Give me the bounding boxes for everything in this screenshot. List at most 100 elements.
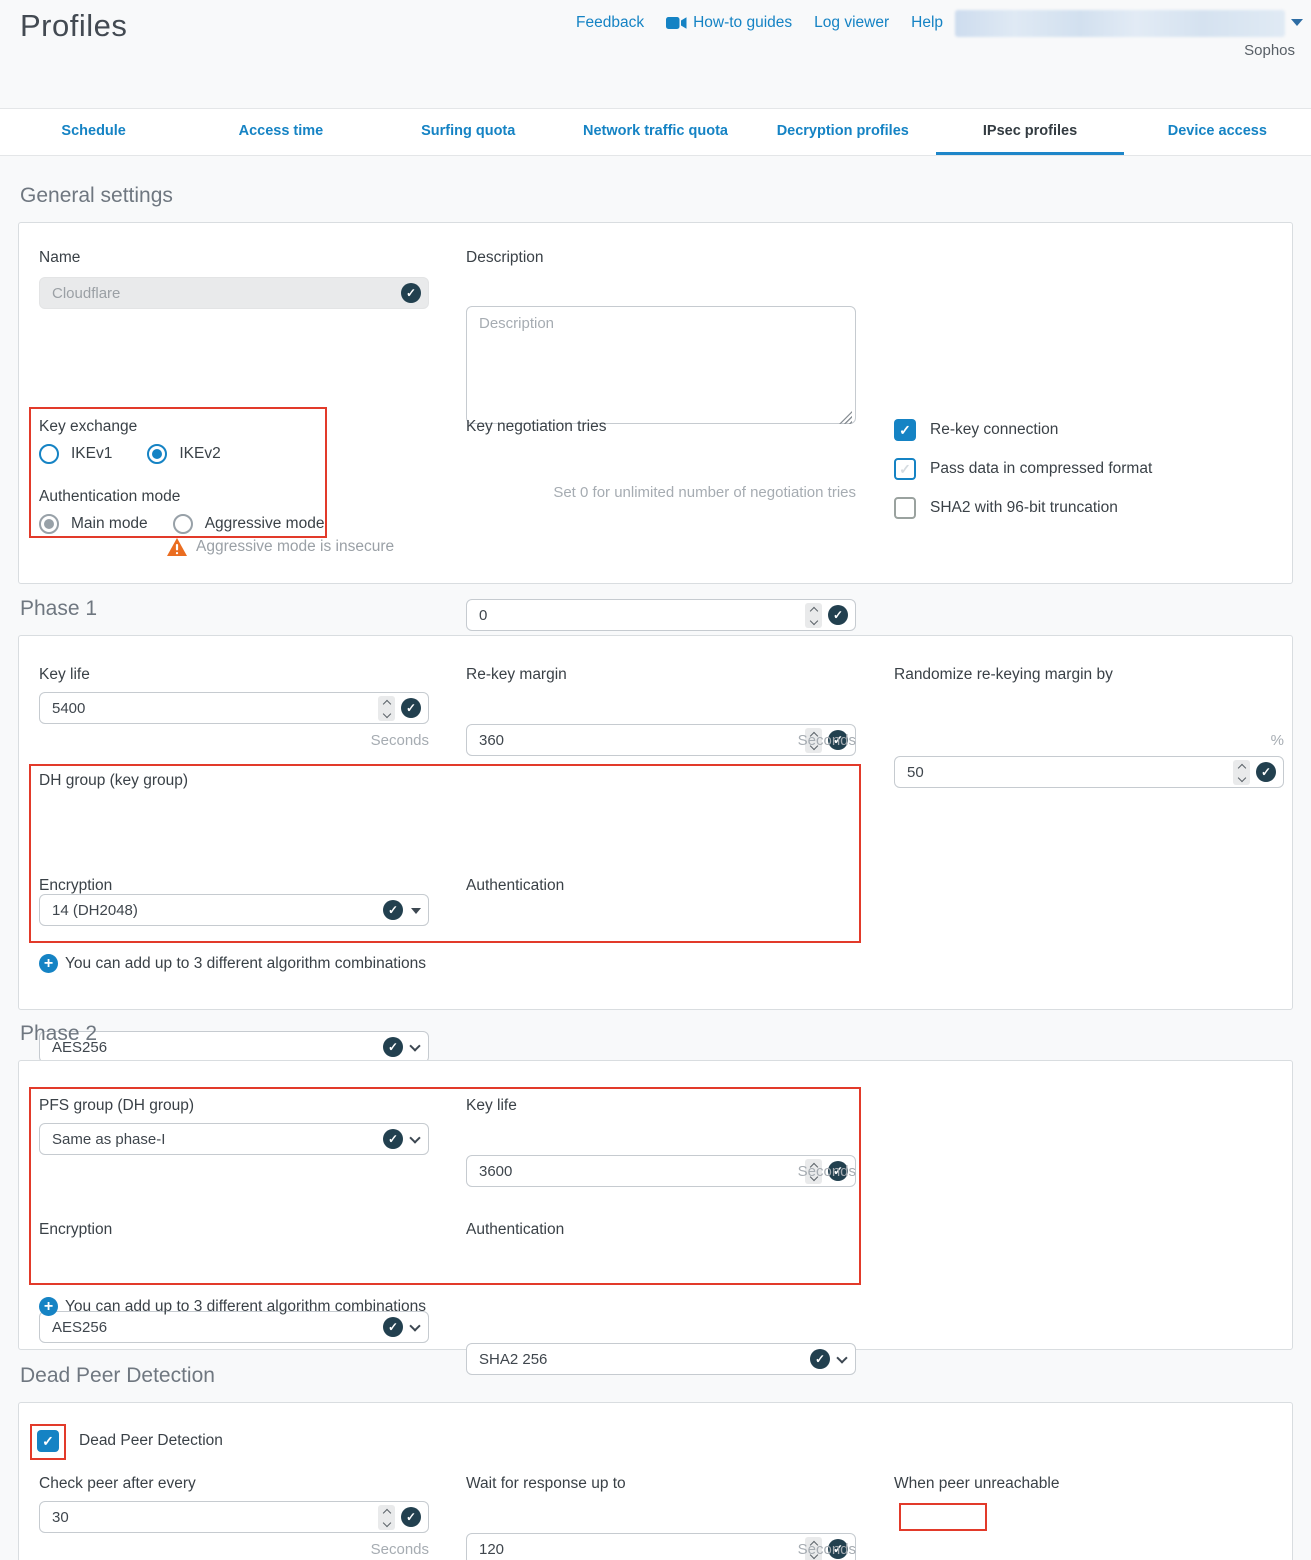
dh-group-select[interactable]: ✓ (39, 894, 429, 926)
general-settings-heading: General settings (20, 184, 173, 208)
dpd-panel: ✓ Dead Peer Detection Check peer after e… (18, 1402, 1293, 1560)
feedback-link[interactable]: Feedback (576, 14, 644, 32)
phase1-add-combination[interactable]: + You can add up to 3 different algorith… (39, 954, 426, 973)
pfs-group-select[interactable]: ✓ (39, 1123, 429, 1155)
description-label: Description (466, 249, 544, 267)
radio-ikev1-label: IKEv1 (71, 445, 112, 463)
key-negotiation-input[interactable] (466, 599, 856, 631)
radio-ikev2-label: IKEv2 (179, 445, 220, 463)
key-negotiation-label: Key negotiation tries (466, 418, 606, 436)
video-camera-icon (666, 16, 687, 30)
tab-schedule[interactable]: Schedule (0, 109, 187, 155)
brand-label: Sophos (1244, 42, 1295, 59)
caret-down-icon[interactable] (411, 908, 421, 914)
valid-check-icon: ✓ (383, 1129, 403, 1149)
valid-check-icon: ✓ (810, 1349, 830, 1369)
add-icon[interactable]: + (39, 1297, 58, 1316)
valid-check-icon: ✓ (828, 605, 848, 625)
phase1-add-note: You can add up to 3 different algorithm … (65, 955, 426, 973)
ipsec-profiles-page: Profiles Feedback How-to guides Log view… (0, 0, 1311, 1560)
tab-surfing-quota[interactable]: Surfing quota (375, 109, 562, 155)
phase1-key-life-unit: Seconds (39, 732, 429, 749)
valid-check-icon: ✓ (383, 1317, 403, 1337)
caret-down-icon[interactable] (1291, 19, 1303, 26)
radio-main-mode[interactable] (39, 514, 59, 534)
tab-device-access[interactable]: Device access (1124, 109, 1311, 155)
log-viewer-link[interactable]: Log viewer (814, 14, 889, 32)
tab-ipsec-profiles[interactable]: IPsec profiles (936, 109, 1123, 155)
number-stepper[interactable] (805, 603, 822, 628)
page-title: Profiles (20, 8, 127, 44)
radio-aggressive-mode-label: Aggressive mode (205, 515, 325, 533)
add-icon[interactable]: + (39, 954, 58, 973)
rekey-margin-label: Re-key margin (466, 666, 567, 684)
key-negotiation-helper: Set 0 for unlimited number of negotiatio… (466, 484, 856, 501)
phase1-encryption-label: Encryption (39, 877, 112, 895)
radio-main-mode-label: Main mode (71, 515, 148, 533)
number-stepper[interactable] (378, 1505, 395, 1530)
compressed-format-checkbox[interactable]: ✓ (894, 458, 916, 480)
valid-check-icon: ✓ (383, 1037, 403, 1057)
check-peer-input[interactable] (39, 1501, 429, 1533)
radio-ikev1[interactable] (39, 444, 59, 464)
phase1-key-life-label: Key life (39, 666, 90, 684)
check-peer-label: Check peer after every (39, 1475, 196, 1493)
radio-aggressive-mode[interactable] (173, 514, 193, 534)
wait-response-label: Wait for response up to (466, 1475, 626, 1493)
when-unreachable-label: When peer unreachable (894, 1475, 1059, 1493)
phase1-authentication-label: Authentication (466, 877, 564, 895)
number-stepper[interactable] (378, 696, 395, 721)
phase2-authentication-select[interactable]: ✓ (466, 1343, 856, 1375)
radio-ikev2[interactable] (147, 444, 167, 464)
randomize-label: Randomize re-keying margin by (894, 666, 1113, 684)
compressed-format-label: Pass data in compressed format (930, 460, 1152, 478)
reinitiate-annotation-box (899, 1503, 987, 1531)
aggressive-warning-text: Aggressive mode is insecure (196, 538, 394, 556)
phase2-key-life-label: Key life (466, 1097, 517, 1115)
rekey-connection-label: Re-key connection (930, 421, 1058, 439)
valid-check-icon: ✓ (401, 1507, 421, 1527)
dpd-heading: Dead Peer Detection (20, 1364, 215, 1388)
valid-check-icon: ✓ (383, 900, 403, 920)
rekey-connection-checkbox[interactable]: ✓ (894, 419, 916, 441)
name-label: Name (39, 249, 80, 267)
sha2-truncation-checkbox[interactable] (894, 497, 916, 519)
randomize-input[interactable] (894, 756, 1284, 788)
dpd-enable-label: Dead Peer Detection (79, 1432, 223, 1450)
tab-decryption-profiles[interactable]: Decryption profiles (749, 109, 936, 155)
key-exchange-label: Key exchange (39, 418, 137, 436)
valid-check-icon: ✓ (401, 283, 421, 303)
wait-response-unit: Seconds (466, 1541, 856, 1558)
valid-check-icon: ✓ (401, 698, 421, 718)
howto-guides-link[interactable]: How-to guides (666, 14, 792, 32)
phase2-add-combination[interactable]: + You can add up to 3 different algorith… (39, 1297, 426, 1316)
help-link[interactable]: Help (911, 14, 943, 32)
dpd-enable-checkbox[interactable]: ✓ (37, 1430, 59, 1452)
phase2-heading: Phase 2 (20, 1022, 97, 1046)
dh-group-label: DH group (key group) (39, 772, 188, 790)
phase2-key-life-unit: Seconds (466, 1163, 856, 1180)
phase1-panel: Key life ✓ Seconds Re-key margin ✓ Secon… (18, 635, 1293, 1010)
phase2-panel: PFS group (DH group) ✓ Key life ✓ Second… (18, 1060, 1293, 1350)
tab-network-traffic-quota[interactable]: Network traffic quota (562, 109, 749, 155)
phase1-encryption-select[interactable]: ✓ (39, 1031, 429, 1063)
phase2-authentication-label: Authentication (466, 1221, 564, 1239)
phase1-key-life-input[interactable] (39, 692, 429, 724)
tab-access-time[interactable]: Access time (187, 109, 374, 155)
number-stepper[interactable] (1233, 760, 1250, 785)
description-textarea[interactable] (466, 306, 856, 424)
rekey-margin-unit: Seconds (466, 732, 856, 749)
warning-icon (167, 538, 187, 556)
pfs-group-label: PFS group (DH group) (39, 1097, 194, 1115)
valid-check-icon: ✓ (1256, 762, 1276, 782)
phase1-heading: Phase 1 (20, 597, 97, 621)
account-selector[interactable] (955, 10, 1285, 37)
auth-mode-label: Authentication mode (39, 488, 180, 506)
tab-bar: Schedule Access time Surfing quota Netwo… (0, 108, 1311, 156)
sha2-truncation-label: SHA2 with 96-bit truncation (930, 499, 1118, 517)
general-settings-panel: Name ✓ Description Key exchange IKEv1 IK… (18, 222, 1293, 584)
name-input[interactable] (39, 277, 429, 309)
check-peer-unit: Seconds (39, 1541, 429, 1558)
randomize-unit: % (894, 732, 1284, 749)
phase2-add-note: You can add up to 3 different algorithm … (65, 1298, 426, 1316)
